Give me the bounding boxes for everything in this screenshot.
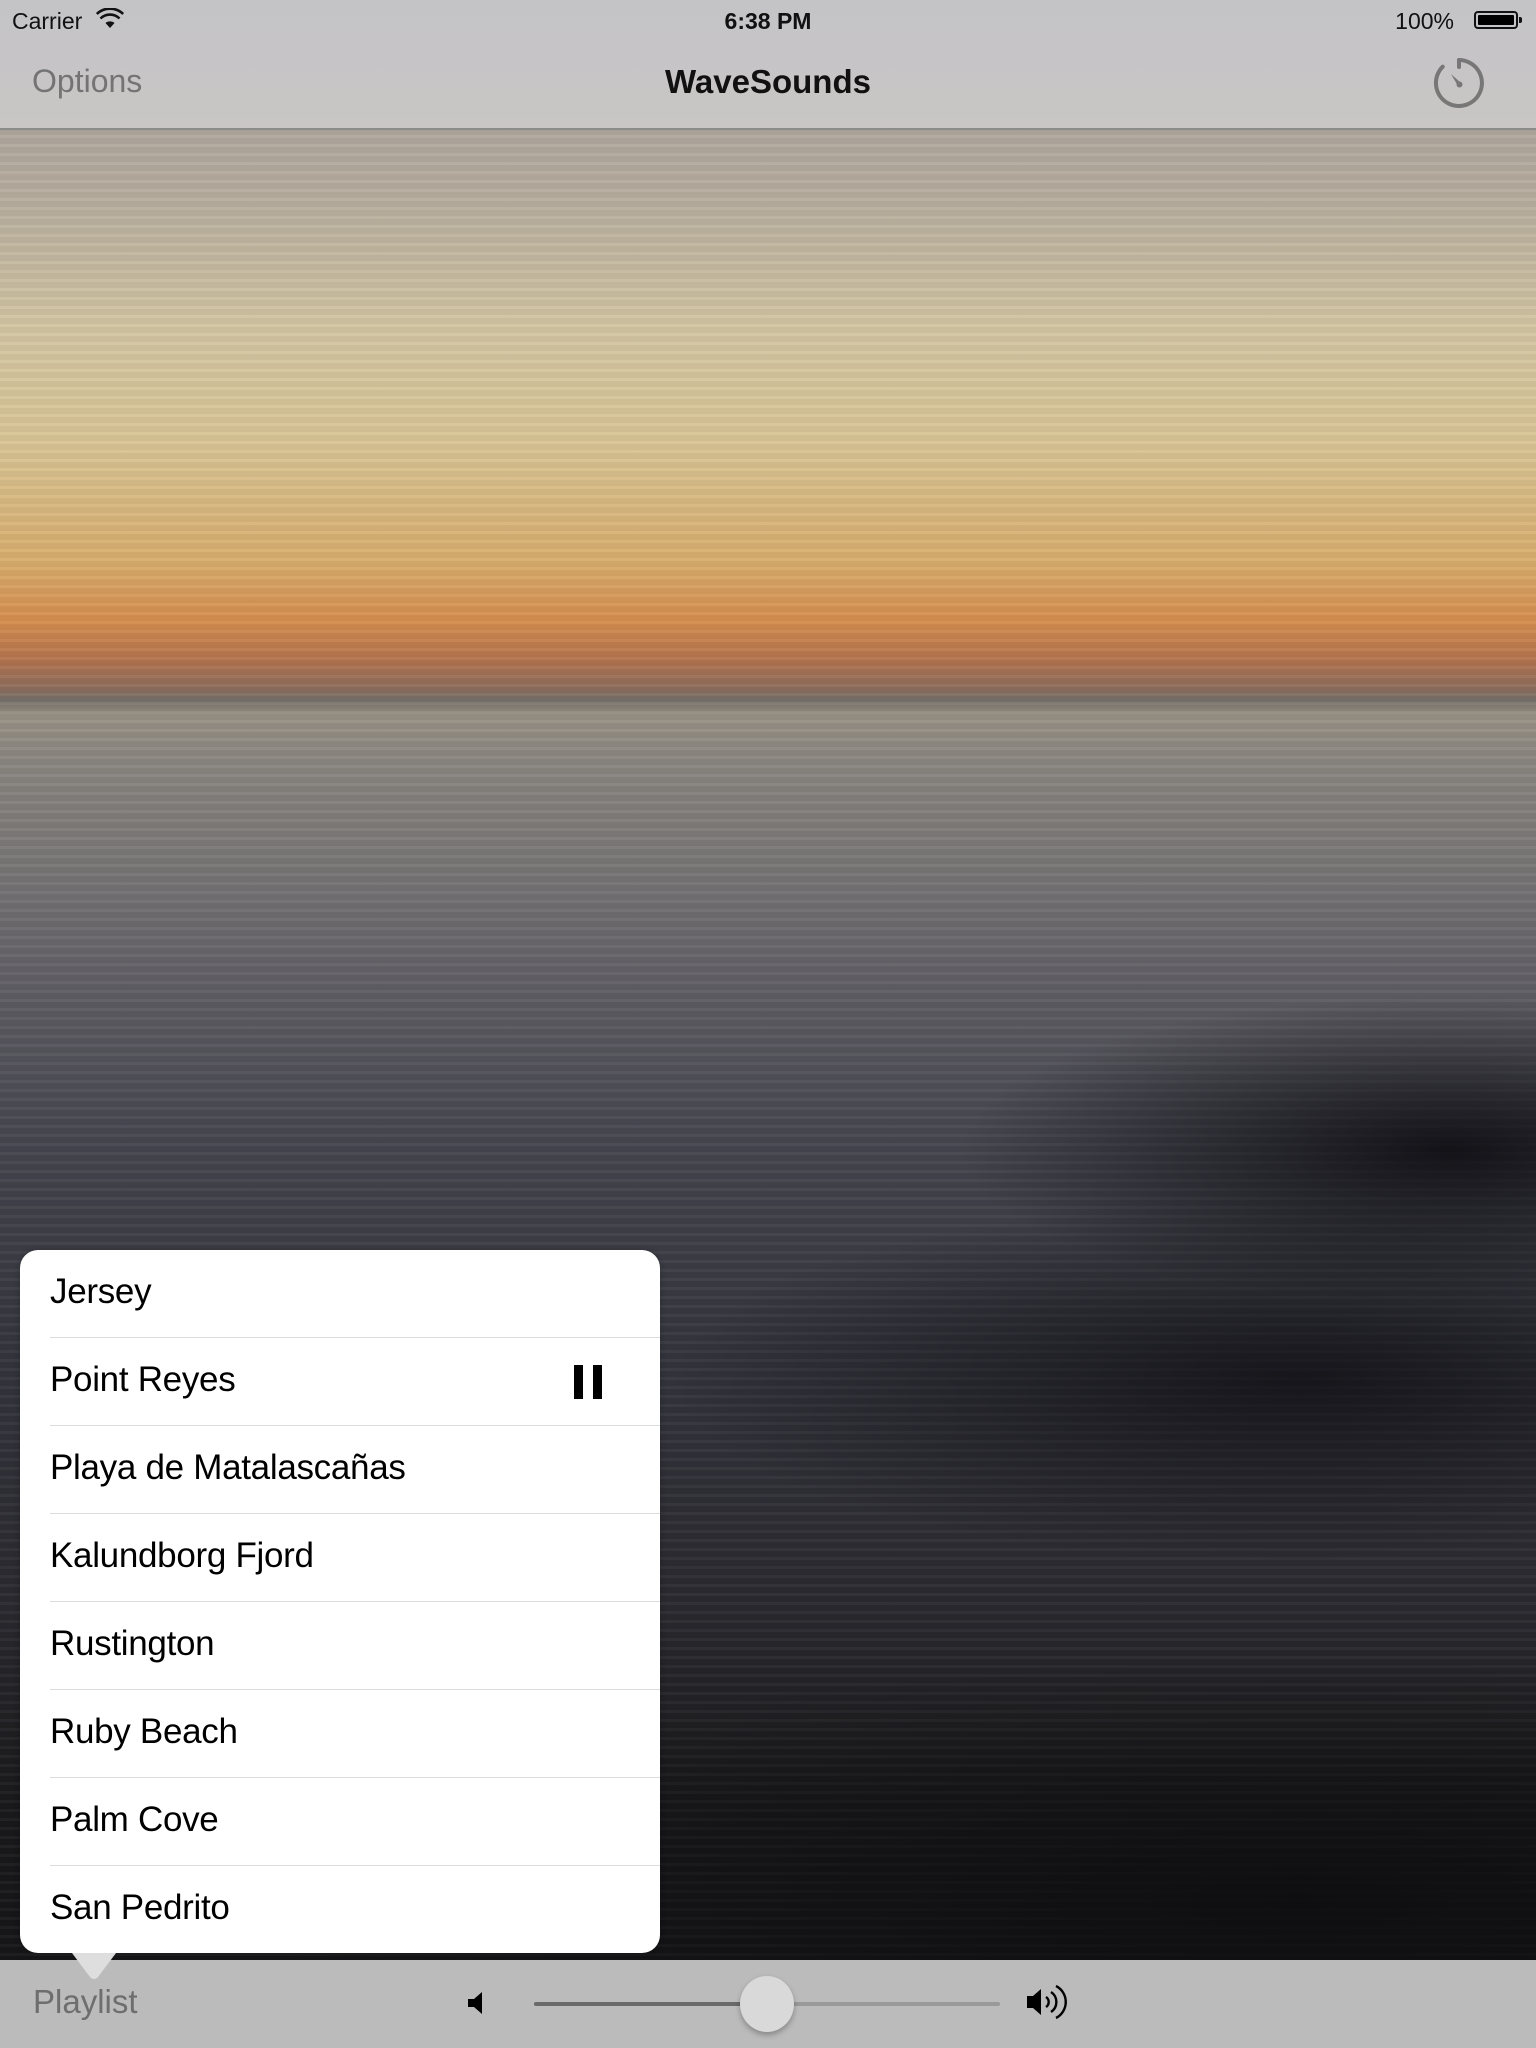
bottom-toolbar: Playlist — [0, 1960, 1536, 2048]
battery-percent: 100% — [1395, 8, 1454, 34]
status-bar: Carrier 6:38 PM 100% — [0, 0, 1536, 40]
playlist-item-label: Kalundborg Fjord — [50, 1536, 314, 1575]
playlist-item[interactable]: Palm Cove — [20, 1778, 660, 1866]
playlist: Jersey Point Reyes Playa de Matalascañas… — [20, 1250, 660, 1954]
volume-slider-thumb[interactable] — [740, 1976, 794, 2032]
playlist-item[interactable]: San Pedrito — [20, 1866, 660, 1954]
playlist-item-label: Playa de Matalascañas — [50, 1448, 406, 1487]
playlist-item[interactable]: Kalundborg Fjord — [20, 1514, 660, 1602]
playlist-item[interactable]: Playa de Matalascañas — [20, 1426, 660, 1514]
status-time: 6:38 PM — [724, 8, 812, 34]
playlist-item[interactable]: Jersey — [20, 1250, 660, 1338]
playlist-button[interactable]: Playlist — [33, 1983, 138, 2021]
playlist-item-label: Jersey — [50, 1272, 152, 1311]
playlist-popover: Jersey Point Reyes Playa de Matalascañas… — [20, 1250, 660, 1953]
popover-arrow — [72, 1953, 116, 1979]
top-bar: Carrier 6:38 PM 100% Options WaveSounds — [0, 0, 1536, 130]
sleep-timer-icon[interactable] — [1432, 56, 1486, 110]
battery-icon — [1474, 11, 1522, 29]
playlist-item[interactable]: Ruby Beach — [20, 1690, 660, 1778]
volume-slider[interactable] — [534, 1976, 1000, 2032]
playlist-item-label: Rustington — [50, 1624, 215, 1663]
playlist-item[interactable]: Rustington — [20, 1602, 660, 1690]
speaker-high-icon — [1027, 1984, 1067, 2020]
playlist-item-label: San Pedrito — [50, 1888, 230, 1927]
playlist-item-label: Palm Cove — [50, 1800, 219, 1839]
playlist-item-label: Ruby Beach — [50, 1712, 238, 1751]
speaker-low-icon — [468, 1992, 482, 2014]
volume-slider-fill — [534, 2002, 767, 2006]
playlist-item-label: Point Reyes — [50, 1360, 236, 1399]
playlist-item[interactable]: Point Reyes — [20, 1338, 660, 1426]
pause-icon[interactable] — [574, 1365, 602, 1399]
app-title: WaveSounds — [665, 63, 871, 100]
